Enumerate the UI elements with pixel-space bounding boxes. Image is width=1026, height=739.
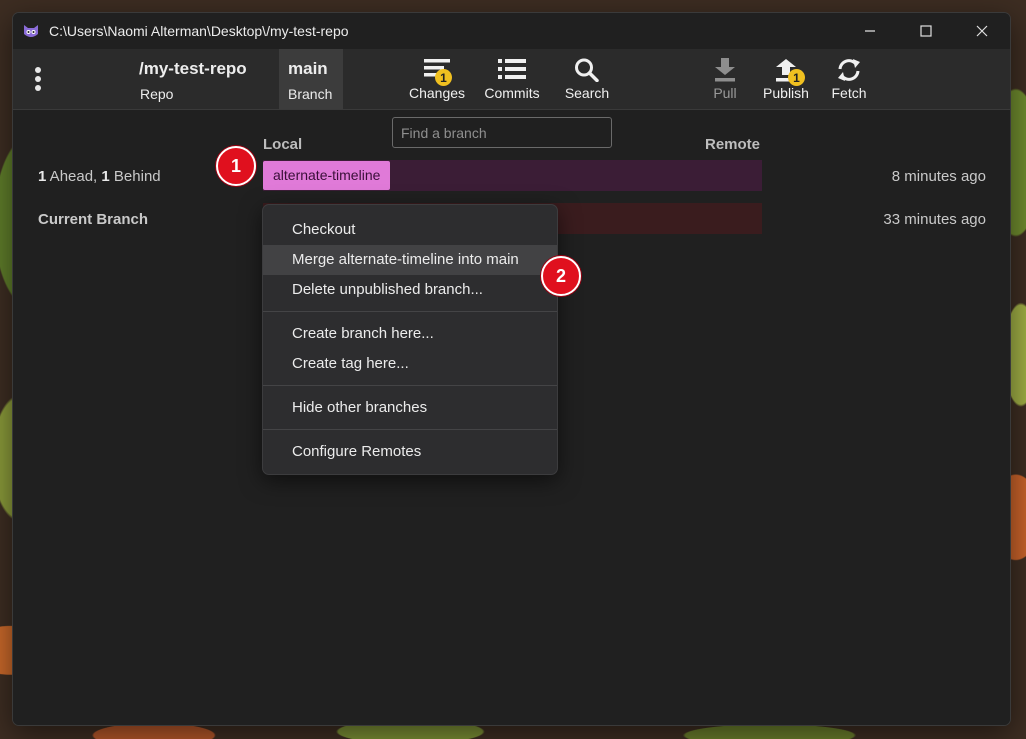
- commits-button[interactable]: Commits: [483, 49, 541, 109]
- branch-selector[interactable]: main Branch: [279, 49, 343, 109]
- repo-label: Repo: [140, 86, 174, 102]
- menu-divider: [263, 311, 557, 312]
- step-marker-1: 1: [216, 146, 256, 186]
- behind-text: Behind: [109, 168, 161, 185]
- changes-count-badge: 1: [435, 69, 452, 86]
- publish-label: Publish: [763, 85, 809, 101]
- maximize-button[interactable]: [898, 13, 954, 49]
- menu-item-create-tag[interactable]: Create tag here...: [263, 349, 557, 379]
- changes-button[interactable]: Changes 1: [407, 49, 467, 109]
- remote-column-header: Remote: [705, 136, 761, 153]
- minimize-button[interactable]: [842, 13, 898, 49]
- app-window: C:\Users\Naomi Alterman\Desktop\/my-test…: [12, 12, 1011, 726]
- pull-label: Pull: [713, 85, 737, 101]
- behind-count: 1: [101, 168, 110, 185]
- branch-name: main: [288, 59, 328, 78]
- ahead-text: Ahead,: [46, 168, 102, 185]
- download-icon: [715, 58, 735, 82]
- changes-label: Changes: [408, 85, 466, 101]
- local-column-header: Local: [263, 136, 303, 153]
- branches-panel: Local Remote 1 Ahead, 1 Behind alternate…: [13, 110, 1010, 725]
- more-menu-button[interactable]: [31, 67, 45, 91]
- menu-divider: [263, 429, 557, 430]
- title-bar: C:\Users\Naomi Alterman\Desktop\/my-test…: [13, 13, 1010, 49]
- minimize-icon: [865, 30, 875, 32]
- menu-item-merge[interactable]: Merge alternate-timeline into main: [263, 245, 557, 275]
- menu-item-create-branch[interactable]: Create branch here...: [263, 319, 557, 349]
- branch-chip-alternate-timeline[interactable]: alternate-timeline: [263, 161, 391, 190]
- search-label: Search: [564, 85, 610, 101]
- pull-button[interactable]: Pull: [705, 49, 745, 109]
- search-button[interactable]: Search: [562, 49, 612, 109]
- commits-label: Commits: [484, 85, 540, 101]
- branch-timestamp: 8 minutes ago: [891, 168, 986, 185]
- menu-item-configure-remotes[interactable]: Configure Remotes: [263, 437, 557, 467]
- window-title: C:\Users\Naomi Alterman\Desktop\/my-test…: [49, 23, 349, 39]
- menu-item-delete-branch[interactable]: Delete unpublished branch...: [263, 275, 557, 305]
- toolbar: /my-test-repo Repo main Branch Changes 1…: [13, 49, 1010, 110]
- app-logo-icon: [24, 25, 38, 37]
- find-branch-input[interactable]: [392, 117, 612, 148]
- search-icon: [575, 58, 599, 82]
- repo-name: /my-test-repo: [139, 59, 247, 78]
- fetch-button[interactable]: Fetch: [827, 49, 871, 109]
- refresh-icon: [838, 59, 860, 81]
- current-branch-label: Current Branch: [38, 211, 149, 228]
- current-branch-timestamp: 33 minutes ago: [883, 211, 986, 228]
- fetch-label: Fetch: [831, 85, 867, 101]
- publish-count-badge: 1: [788, 69, 805, 86]
- list-icon: [498, 59, 526, 79]
- menu-item-hide-other-branches[interactable]: Hide other branches: [263, 393, 557, 423]
- kebab-menu-icon: [35, 67, 41, 73]
- branch-label: Branch: [288, 86, 333, 102]
- branch-context-menu: Checkout Merge alternate-timeline into m…: [262, 204, 558, 475]
- close-icon: [976, 25, 988, 37]
- step-marker-2: 2: [541, 256, 581, 296]
- close-button[interactable]: [954, 13, 1010, 49]
- maximize-icon: [920, 25, 932, 37]
- publish-button[interactable]: Publish 1: [761, 49, 811, 109]
- ahead-behind-status: 1 Ahead, 1 Behind: [38, 168, 161, 185]
- menu-item-checkout[interactable]: Checkout: [263, 215, 557, 245]
- menu-divider: [263, 385, 557, 386]
